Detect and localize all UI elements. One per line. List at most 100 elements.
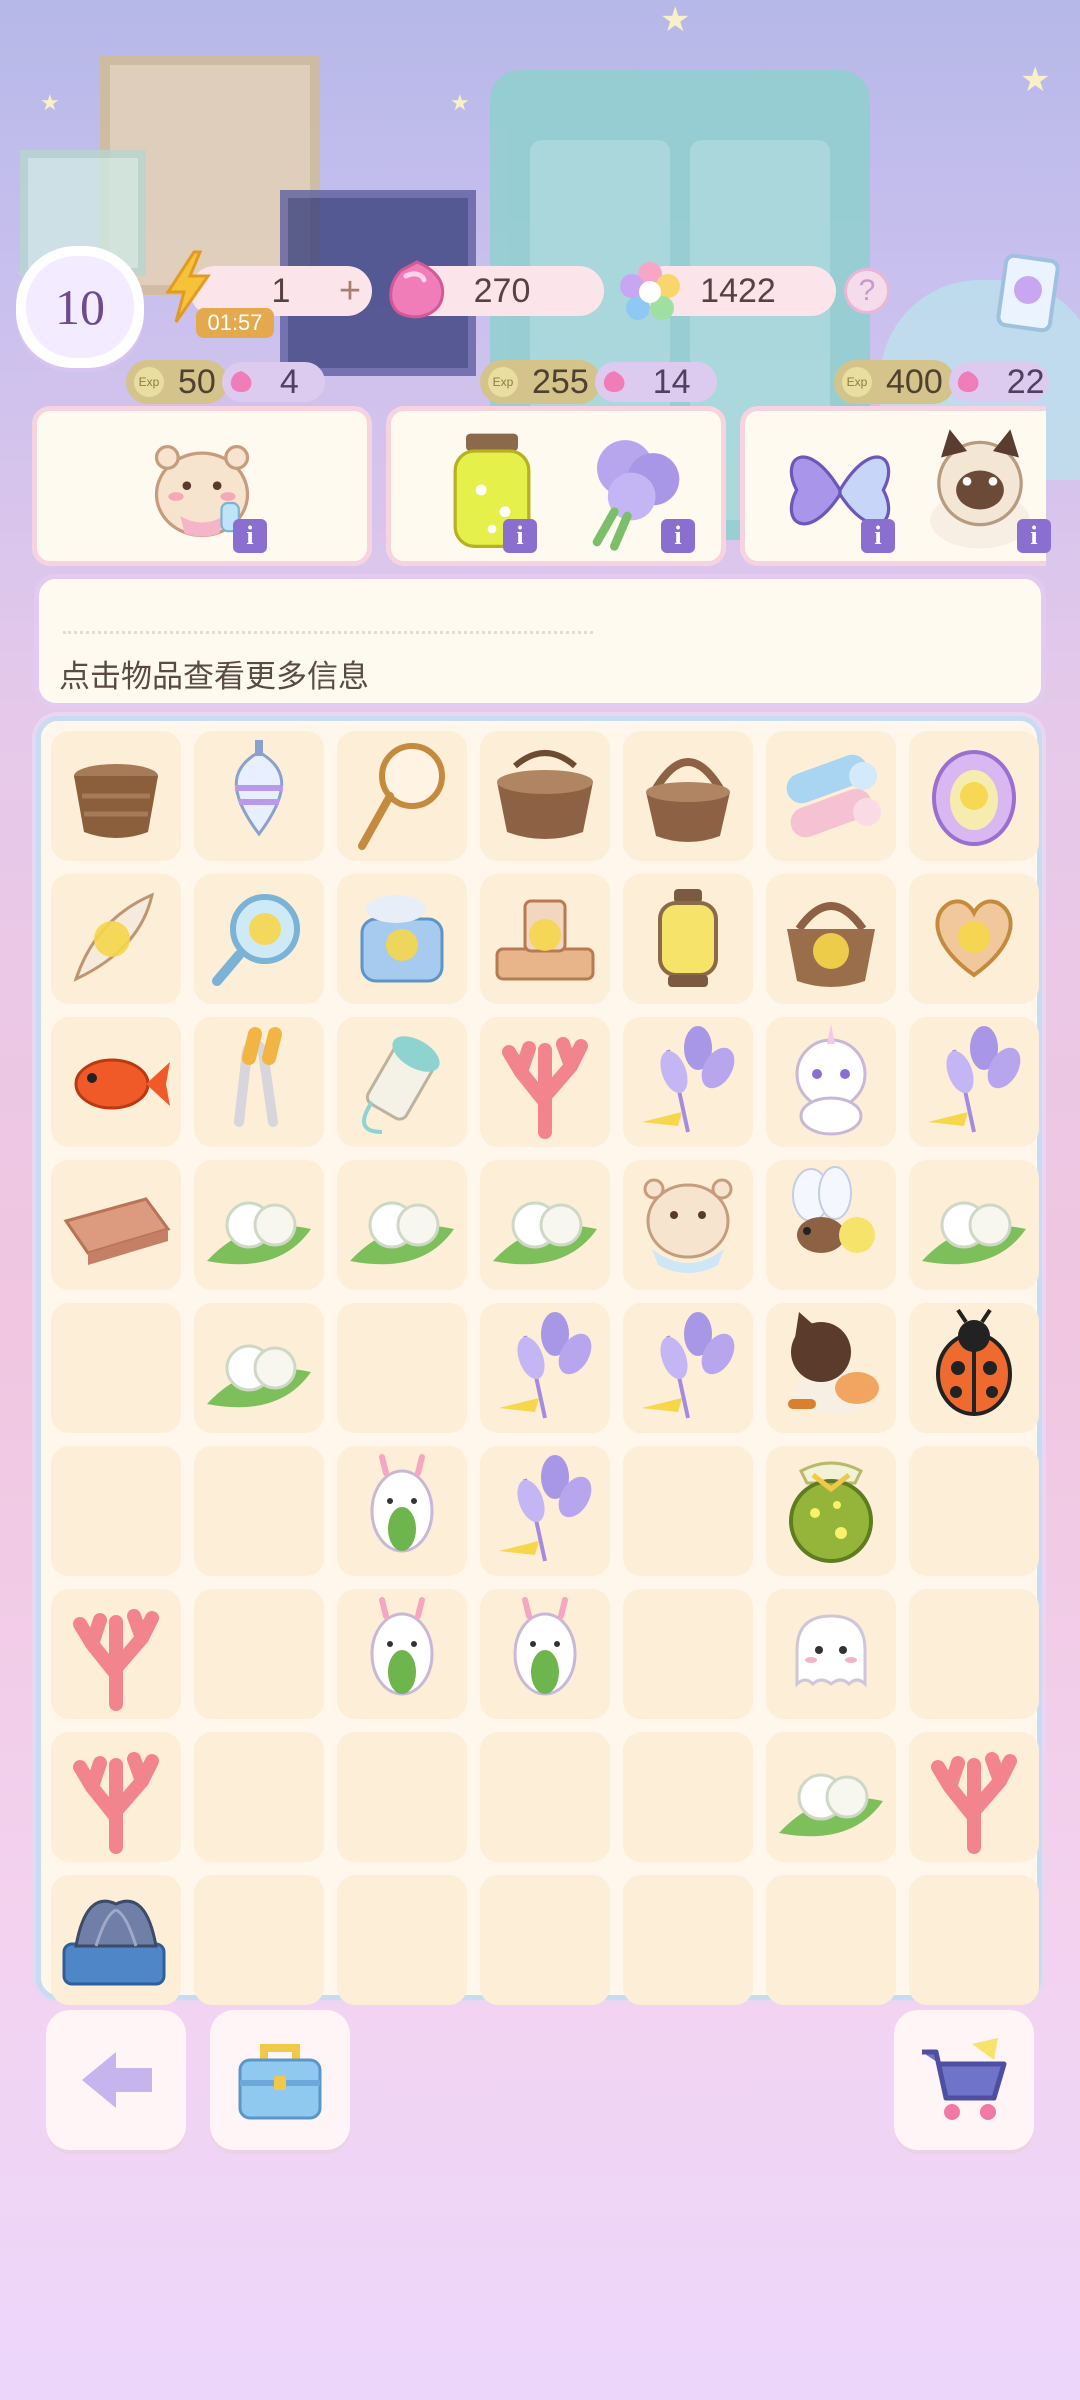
board-cell[interactable] [194,874,324,1004]
basket-locked-icon [787,902,875,987]
board-cell[interactable] [337,1732,467,1862]
board-cell[interactable] [51,731,181,861]
board-cell[interactable] [194,1875,324,2005]
board-cell[interactable] [909,1732,1039,1862]
board-cell[interactable] [337,1589,467,1719]
board-cell[interactable] [909,1303,1039,1433]
board-cell[interactable] [51,1589,181,1719]
board-cell[interactable] [909,1017,1039,1147]
board-cell[interactable] [51,874,181,1004]
board-cell[interactable] [623,1589,753,1719]
board-cell[interactable] [194,1446,324,1576]
board-cell[interactable] [51,1160,181,1290]
board-cell[interactable] [337,1017,467,1147]
gem-reward: 14 [594,362,717,402]
pearls-leaf-icon [493,1201,597,1265]
star-icon: ★ [660,1,691,39]
hamster-baby-icon [643,1178,733,1273]
board-cell[interactable] [480,1589,610,1719]
board-cell[interactable] [766,1160,896,1290]
board-cell[interactable] [480,731,610,861]
item-info-button[interactable]: i [861,519,895,553]
board-cell[interactable] [623,1875,753,2005]
pink-gem-icon [230,371,252,393]
board-cell[interactable] [480,1017,610,1147]
board-cell[interactable] [766,1875,896,2005]
gem-value: 270 [473,271,531,310]
star-icon: ★ [1020,61,1051,99]
board-cell[interactable] [623,1160,753,1290]
board-cell[interactable] [766,1303,896,1433]
lavender-icon [642,1026,735,1133]
board-cell[interactable] [766,1446,896,1576]
board-cell[interactable] [51,1732,181,1862]
item-info-button[interactable]: i [1017,519,1051,553]
board-cell[interactable] [480,1303,610,1433]
item-info-button[interactable]: i [661,519,695,553]
board-cell[interactable] [337,731,467,861]
board-cell[interactable] [909,1875,1039,2005]
board-cell[interactable] [337,874,467,1004]
merge-board[interactable] [36,716,1042,2005]
board-cell[interactable] [909,874,1039,1004]
board-cell[interactable] [766,1732,896,1862]
board-cell[interactable] [194,1303,324,1433]
board-cell[interactable] [766,874,896,1004]
board-cell[interactable] [909,1446,1039,1576]
board-cell[interactable] [623,1446,753,1576]
shop-button[interactable] [894,2010,1034,2150]
board-cell[interactable] [623,1017,753,1147]
board-cell[interactable] [337,1875,467,2005]
board-cell[interactable] [337,1446,467,1576]
item-info-button[interactable]: i [503,519,537,553]
level-number: 10 [55,279,105,335]
divider [63,631,593,634]
board-cell[interactable] [766,1017,896,1147]
basket-flat-icon [74,764,158,838]
order-reward: Exp 50 4 [126,360,325,404]
order-card[interactable]: i [32,406,372,566]
level-badge[interactable]: 10 [16,246,144,368]
board-cell[interactable] [766,731,896,861]
board-cell[interactable] [909,1589,1039,1719]
board-cell[interactable] [623,1732,753,1862]
card-album-icon[interactable] [994,252,1060,334]
shop-cart-icon [922,2038,1007,2120]
order-card[interactable]: i i [386,406,726,566]
board-cell[interactable] [480,1446,610,1576]
board-cell[interactable] [909,731,1039,861]
board-cell[interactable] [766,1589,896,1719]
board-cell[interactable] [623,874,753,1004]
board-cell[interactable] [51,1017,181,1147]
toolbox-button[interactable] [210,2010,350,2150]
board-cell[interactable] [337,1303,467,1433]
gem-reward: 22 [948,362,1049,402]
back-button[interactable] [46,2010,186,2150]
lavender-icon [499,1312,592,1419]
board-cell[interactable] [337,1160,467,1290]
board-cell[interactable] [480,874,610,1004]
order-card[interactable]: i i [740,406,1051,566]
board-cell[interactable] [194,1589,324,1719]
board-cell[interactable] [51,1446,181,1576]
pink-gem-icon [957,371,979,393]
lavender-icon [928,1026,1021,1133]
board-cell[interactable] [194,1160,324,1290]
board-cell[interactable] [194,1017,324,1147]
board-cell[interactable] [623,1303,753,1433]
board-cell[interactable] [480,1732,610,1862]
board-cell[interactable] [194,731,324,861]
basket-wicker-icon [497,750,593,839]
item-info-button[interactable]: i [233,519,267,553]
help-button[interactable]: ? [844,268,890,314]
board-cell[interactable] [51,1303,181,1433]
board-cell[interactable] [909,1160,1039,1290]
board-cell[interactable] [194,1732,324,1862]
board-cell[interactable] [623,731,753,861]
order-reward: Exp 255 14 [480,360,717,404]
add-energy-button[interactable]: + [334,266,366,316]
energy-value: 1 [271,271,291,310]
board-cell[interactable] [51,1875,181,2005]
board-cell[interactable] [480,1875,610,2005]
board-cell[interactable] [480,1160,610,1290]
